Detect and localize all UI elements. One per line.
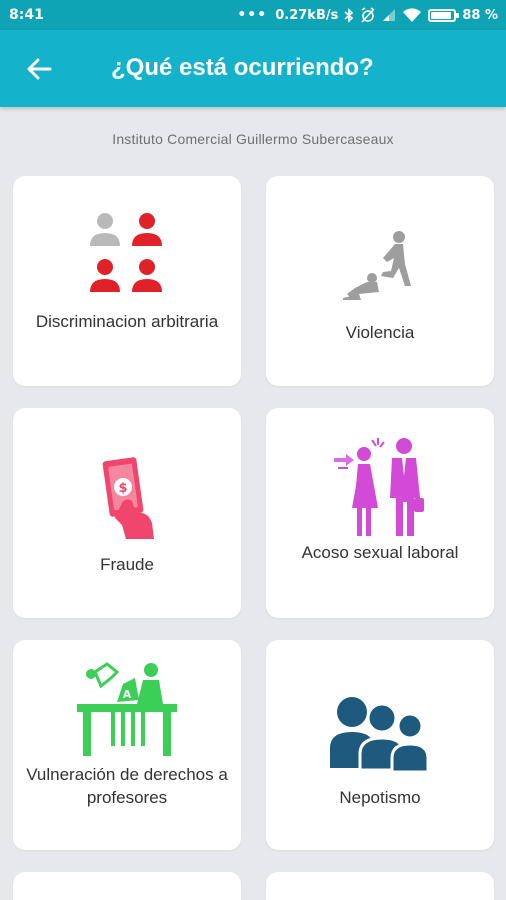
harassment-icon <box>334 438 424 536</box>
network-speed: 0.27kB/s <box>275 7 339 23</box>
svg-text:$: $ <box>118 481 127 496</box>
svg-text:A: A <box>123 688 132 701</box>
status-bar: 8:41 ••• 0.27kB/s 88 % <box>0 0 506 30</box>
category-label: Acoso sexual laboral <box>301 543 459 562</box>
battery-percent: 88 % <box>462 7 498 23</box>
more-dots-icon: ••• <box>237 7 268 23</box>
nepotism-group-icon <box>330 697 430 772</box>
category-card-vulneracion[interactable]: A Vulneración de derechos a profesores <box>13 640 241 850</box>
category-label: Vulneración de derechos a profesores <box>26 765 228 807</box>
wifi-icon <box>402 7 422 23</box>
category-label: Discriminacion arbitraria <box>35 312 219 331</box>
bluetooth-icon <box>344 7 354 23</box>
category-card-acoso[interactable]: Acoso sexual laboral <box>266 408 494 618</box>
alarm-off-icon <box>360 7 376 23</box>
institution-name: Instituto Comercial Guillermo Subercasea… <box>112 131 394 147</box>
battery-icon <box>428 8 460 22</box>
signal-icon <box>382 8 396 22</box>
category-label: Nepotismo <box>339 788 421 807</box>
category-card-partial-right[interactable] <box>266 872 494 900</box>
status-time: 8:41 <box>9 7 44 23</box>
people-group-icon <box>90 213 162 292</box>
page-title: ¿Qué está ocurriendo? <box>111 54 374 81</box>
app-bar: ¿Qué está ocurriendo? <box>0 30 506 107</box>
teacher-desk-icon: A <box>77 662 177 756</box>
violence-icon <box>343 231 411 300</box>
category-card-nepotismo[interactable]: Nepotismo <box>266 640 494 850</box>
category-label: Violencia <box>345 323 415 342</box>
category-card-violencia[interactable]: Violencia <box>266 176 494 386</box>
category-card-partial-left[interactable] <box>13 872 241 900</box>
arrow-left-icon <box>27 58 52 80</box>
battery-level-fill <box>431 11 451 19</box>
status-icons: ••• 0.27kB/s 88 % <box>237 7 498 23</box>
category-label: Fraude <box>100 555 154 574</box>
category-card-discriminacion[interactable]: Discriminacion arbitraria <box>13 176 241 386</box>
back-button[interactable] <box>24 54 54 84</box>
fraud-money-hand-icon: $ <box>102 457 154 539</box>
category-card-fraude[interactable]: $ Fraude <box>13 408 241 618</box>
